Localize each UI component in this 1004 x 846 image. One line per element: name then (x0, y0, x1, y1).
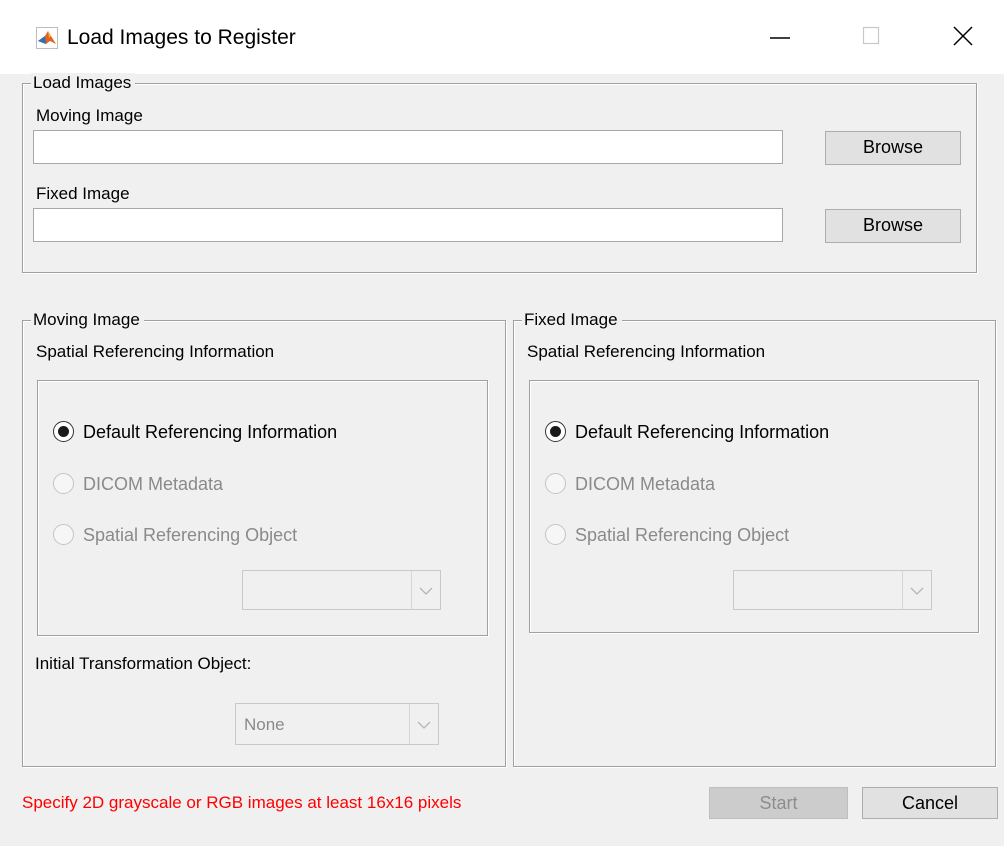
radio-unselected-icon (53, 524, 74, 545)
initial-transform-select: None (235, 703, 439, 745)
initial-transform-value: None (244, 715, 285, 734)
radio-unselected-icon (53, 473, 74, 494)
fixed-panel-title: Fixed Image (522, 310, 622, 330)
fixed-spatial-ref-label: Spatial Referencing Information (527, 342, 766, 361)
fixed-dicom-option: DICOM Metadata (545, 472, 945, 496)
chevron-down-icon (409, 704, 438, 744)
fixed-browse-button[interactable]: Browse (825, 209, 961, 243)
maximize-button (843, 14, 899, 60)
moving-spatial-ref-label: Spatial Referencing Information (36, 342, 275, 361)
close-button[interactable] (935, 14, 991, 60)
fixed-image-label: Fixed Image (36, 184, 130, 203)
fixed-dicom-label: DICOM Metadata (575, 474, 716, 494)
start-button: Start (709, 787, 848, 819)
chevron-down-icon (902, 571, 931, 609)
moving-spatial-object-label: Spatial Referencing Object (83, 525, 298, 545)
fixed-default-ref-option[interactable]: Default Referencing Information (545, 420, 945, 444)
moving-default-ref-option[interactable]: Default Referencing Information (53, 420, 453, 444)
minimize-button[interactable] (752, 14, 808, 60)
minimize-icon (770, 37, 790, 39)
moving-default-ref-label: Default Referencing Information (83, 422, 338, 442)
moving-object-select (242, 570, 441, 610)
matlab-logo-icon (36, 27, 58, 49)
fixed-spatial-object-option: Spatial Referencing Object (545, 523, 945, 547)
load-images-title: Load Images (31, 73, 136, 93)
radio-unselected-icon (545, 524, 566, 545)
fixed-spatial-object-label: Spatial Referencing Object (575, 525, 790, 545)
radio-selected-icon[interactable] (53, 421, 74, 442)
radio-unselected-icon (545, 473, 566, 494)
fixed-image-path-input[interactable] (33, 208, 783, 242)
initial-transform-label: Initial Transformation Object: (35, 654, 252, 673)
moving-dicom-option: DICOM Metadata (53, 472, 453, 496)
moving-image-path-input[interactable] (33, 130, 783, 164)
moving-image-label: Moving Image (36, 106, 143, 125)
fixed-object-select (733, 570, 932, 610)
maximize-icon (862, 26, 880, 45)
moving-spatial-object-option: Spatial Referencing Object (53, 523, 453, 547)
cancel-button[interactable]: Cancel (862, 787, 998, 819)
window-title: Load Images to Register (67, 26, 296, 49)
chevron-down-icon (411, 571, 440, 609)
load-images-group (22, 83, 977, 273)
close-icon (953, 26, 973, 46)
moving-dicom-label: DICOM Metadata (83, 474, 224, 494)
title-bar: Load Images to Register (0, 0, 1004, 74)
fixed-default-ref-label: Default Referencing Information (575, 422, 830, 442)
moving-browse-button[interactable]: Browse (825, 131, 961, 165)
radio-selected-icon[interactable] (545, 421, 566, 442)
validation-message: Specify 2D grayscale or RGB images at le… (22, 793, 462, 812)
moving-panel-title: Moving Image (31, 310, 144, 330)
